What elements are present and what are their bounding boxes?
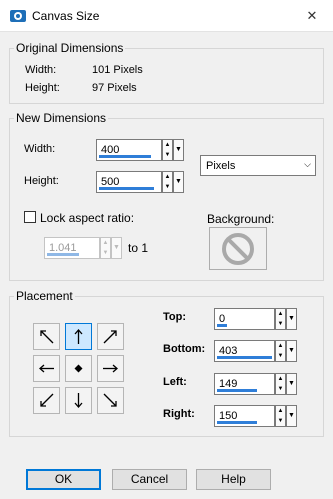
new-width-label: Width: (24, 143, 56, 155)
arrow-up-right-icon (103, 330, 117, 344)
units-select[interactable]: Pixels ⌵ (200, 155, 316, 176)
to-one-label: to 1 (128, 241, 149, 255)
anchor-top-left[interactable] (33, 323, 60, 350)
aspect-ratio-bar (47, 253, 79, 256)
top-input[interactable]: 0 (214, 308, 275, 330)
width-dropdown-icon[interactable]: ▼ (173, 139, 184, 161)
top-stepper[interactable]: ▲ ▼ (275, 308, 286, 330)
top-slider-bar[interactable] (217, 324, 227, 327)
new-dimensions-title: New Dimensions (14, 111, 109, 125)
arrow-right-icon (103, 364, 118, 373)
left-dropdown-icon[interactable]: ▼ (286, 373, 297, 395)
bottom-input[interactable]: 403 (214, 340, 275, 362)
anchor-middle-right[interactable] (97, 355, 124, 382)
ok-button[interactable]: OK (26, 469, 101, 490)
original-dimensions-group: Original Dimensions (9, 41, 324, 104)
left-label: Left: (163, 376, 187, 388)
center-dot-icon (74, 364, 83, 373)
help-button[interactable]: Help (196, 469, 271, 490)
left-slider-bar[interactable] (217, 389, 257, 392)
arrow-up-icon (74, 329, 83, 344)
height-stepper[interactable]: ▲ ▼ (162, 171, 173, 193)
aspect-ratio-input: 1.041 (44, 237, 100, 259)
cancel-button[interactable]: Cancel (112, 469, 187, 490)
right-stepper[interactable]: ▲ ▼ (275, 405, 286, 427)
height-slider-bar[interactable] (99, 187, 154, 190)
close-icon[interactable]: ✕ (297, 4, 327, 28)
window-title: Canvas Size (32, 9, 100, 23)
placement-title: Placement (14, 289, 75, 303)
app-icon (10, 10, 26, 22)
lock-aspect-checkbox[interactable] (24, 211, 36, 223)
original-height-label: Height: (25, 82, 60, 94)
original-dimensions-title: Original Dimensions (14, 41, 126, 55)
height-input[interactable]: 500 (96, 171, 162, 193)
title-bar: Canvas Size ✕ (0, 0, 333, 32)
right-slider-bar[interactable] (217, 421, 257, 424)
width-slider-bar[interactable] (99, 155, 151, 158)
right-input[interactable]: 150 (214, 405, 275, 427)
anchor-bottom-left[interactable] (33, 387, 60, 414)
original-width-value: 101 Pixels (92, 64, 143, 76)
top-label: Top: (163, 311, 187, 323)
anchor-bottom-center[interactable] (65, 387, 92, 414)
anchor-middle-left[interactable] (33, 355, 60, 382)
width-input[interactable]: 400 (96, 139, 162, 161)
anchor-top-right[interactable] (97, 323, 124, 350)
bottom-label: Bottom: (163, 343, 206, 355)
lock-aspect-label[interactable]: Lock aspect ratio: (40, 211, 134, 225)
arrow-left-icon (39, 364, 54, 373)
width-stepper[interactable]: ▲ ▼ (162, 139, 173, 161)
original-width-label: Width: (25, 64, 57, 76)
left-stepper[interactable]: ▲ ▼ (275, 373, 286, 395)
anchor-center[interactable] (65, 355, 92, 382)
left-input[interactable]: 149 (214, 373, 275, 395)
aspect-ratio-stepper: ▲ ▼ (100, 237, 111, 259)
arrow-down-right-icon (103, 393, 117, 407)
arrow-down-icon (74, 393, 83, 408)
new-height-label: Height: (24, 175, 59, 187)
bottom-slider-bar[interactable] (217, 356, 272, 359)
anchor-top-center[interactable] (65, 323, 92, 350)
top-dropdown-icon[interactable]: ▼ (286, 308, 297, 330)
chevron-down-icon: ⌵ (304, 159, 311, 169)
right-dropdown-icon[interactable]: ▼ (286, 405, 297, 427)
arrow-up-left-icon (40, 330, 54, 344)
arrow-down-left-icon (40, 393, 54, 407)
bottom-dropdown-icon[interactable]: ▼ (286, 340, 297, 362)
background-label: Background: (207, 212, 275, 226)
original-height-value: 97 Pixels (92, 82, 137, 94)
no-color-icon (222, 233, 254, 265)
background-swatch[interactable] (209, 227, 267, 270)
right-label: Right: (163, 408, 195, 420)
height-dropdown-icon[interactable]: ▼ (173, 171, 184, 193)
anchor-bottom-right[interactable] (97, 387, 124, 414)
bottom-stepper[interactable]: ▲ ▼ (275, 340, 286, 362)
units-value: Pixels (206, 160, 236, 172)
aspect-ratio-dropdown-icon: ▼ (111, 237, 122, 259)
